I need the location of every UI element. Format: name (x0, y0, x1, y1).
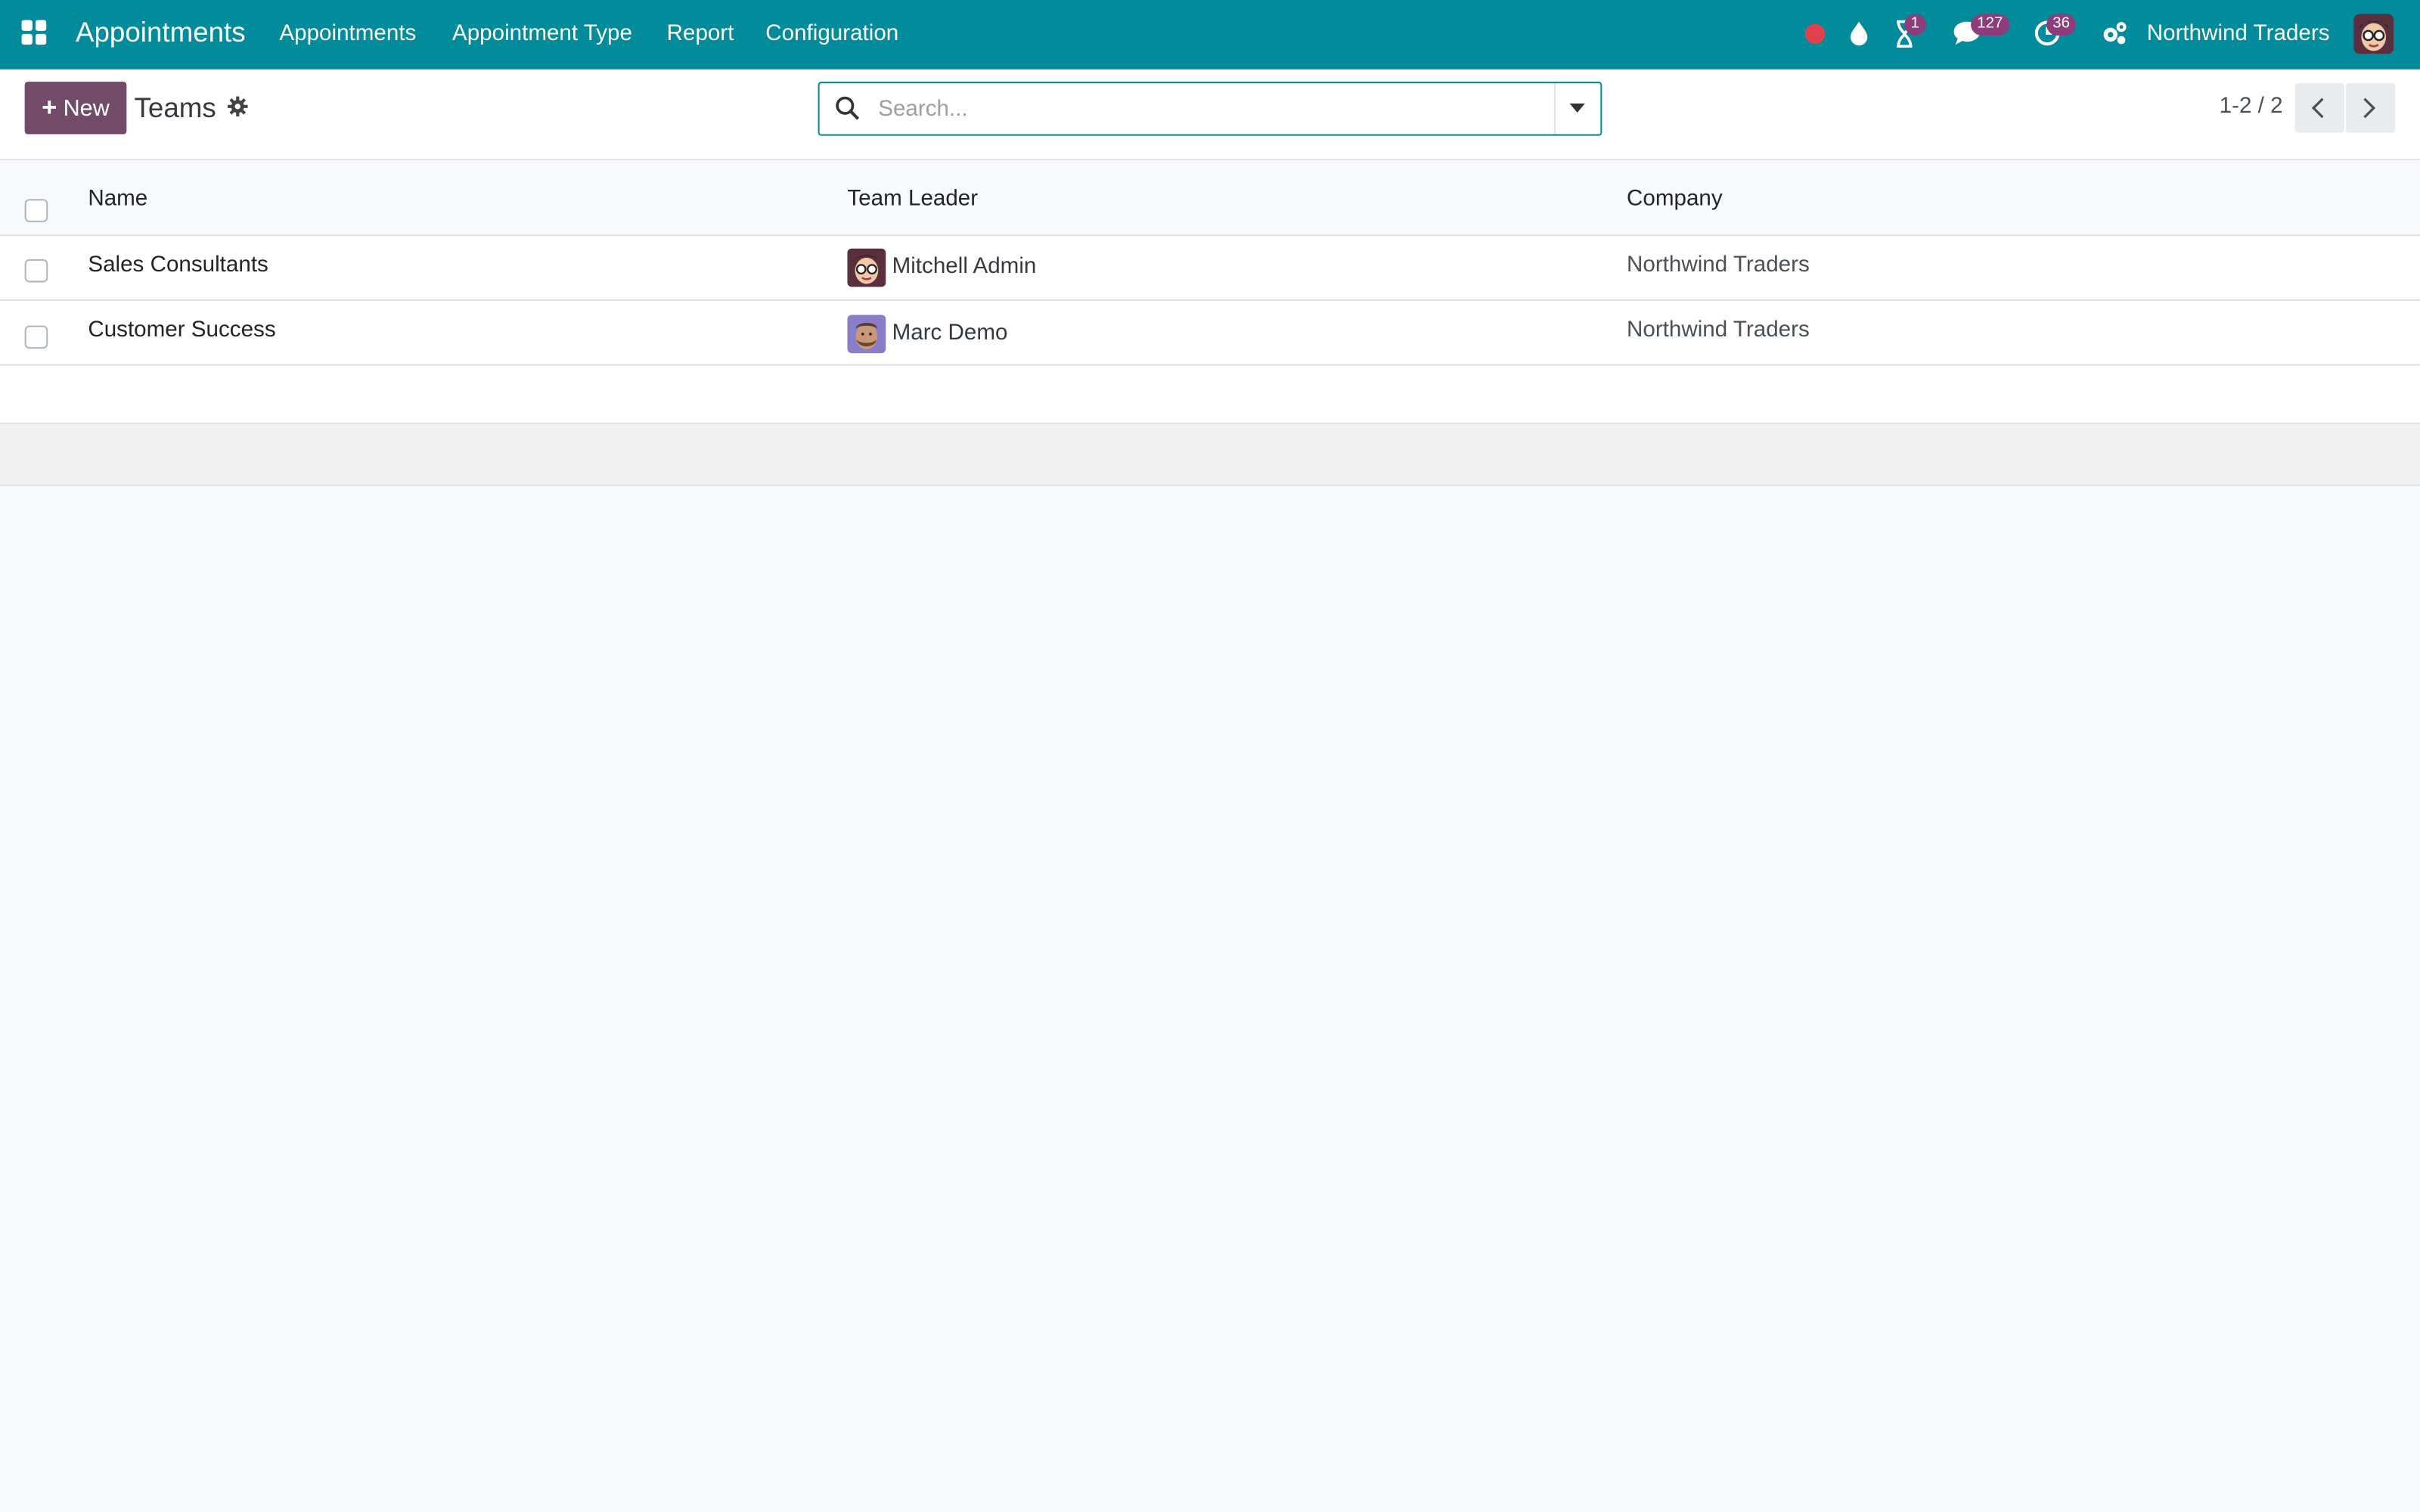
avatar[interactable] (847, 248, 886, 287)
table-row[interactable]: Customer Success Marc Demo Northwind Tra… (0, 301, 2420, 366)
top-navbar: Appointments Appointments Appointment Ty… (0, 0, 2420, 70)
column-header-name[interactable]: Name (88, 187, 147, 212)
company-name[interactable]: Northwind Traders (1627, 253, 1810, 278)
search-bar (818, 82, 1602, 136)
timer-badge: 36 (2046, 14, 2077, 36)
team-leader-name[interactable]: Mitchell Admin (892, 255, 1037, 280)
team-name[interactable]: Customer Success (88, 318, 275, 342)
menu-configuration[interactable]: Configuration (765, 22, 898, 47)
row-checkbox[interactable] (24, 325, 48, 349)
new-button[interactable]: + New (24, 82, 127, 135)
caret-down-icon (1569, 103, 1585, 113)
row-checkbox[interactable] (24, 259, 48, 283)
company-name[interactable]: Northwind Traders (1627, 318, 1810, 342)
recording-dot-icon[interactable] (1804, 23, 1826, 45)
chevron-left-icon (2311, 98, 2324, 119)
pager-next-button[interactable] (2346, 83, 2396, 133)
plus-icon: + (42, 92, 57, 122)
gear-icon[interactable] (227, 96, 249, 118)
settings-gears-icon[interactable] (2101, 20, 2129, 47)
activity-badge: 1 (1904, 14, 1926, 36)
company-switcher[interactable]: Northwind Traders (2147, 22, 2330, 47)
menu-appointments[interactable]: Appointments (279, 22, 416, 47)
menu-report[interactable]: Report (667, 22, 734, 47)
avatar[interactable] (847, 314, 886, 354)
page: Appointments Appointments Appointment Ty… (0, 0, 2420, 1512)
column-header-company[interactable]: Company (1627, 187, 1723, 212)
messages-badge: 127 (1971, 14, 2009, 36)
app-title[interactable]: Appointments (76, 17, 246, 49)
breadcrumb: Teams (134, 92, 216, 124)
pager-previous-button[interactable] (2294, 83, 2344, 133)
user-avatar[interactable] (2353, 14, 2394, 54)
teams-list: Name Team Leader Company Sales Consultan… (0, 160, 2420, 486)
chevron-right-icon (2363, 98, 2376, 119)
menu-appointment-type[interactable]: Appointment Type (452, 22, 632, 47)
control-panel: + New Teams Search... 1-2 / 2 (0, 69, 2420, 161)
column-header-team-leader[interactable]: Team Leader (847, 187, 978, 212)
new-button-label: New (63, 94, 110, 122)
pager-value[interactable]: 1-2 / 2 (2220, 94, 2283, 119)
table-header: Name Team Leader Company (0, 160, 2420, 237)
table-row[interactable]: Sales Consultants Mitchell Admin Northwi… (0, 236, 2420, 301)
team-leader-name[interactable]: Marc Demo (892, 321, 1008, 345)
empty-row (0, 365, 2420, 425)
team-name[interactable]: Sales Consultants (88, 253, 268, 278)
apps-menu-icon[interactable] (21, 20, 48, 47)
list-footer (0, 424, 2420, 486)
droplet-icon[interactable] (1849, 20, 1869, 47)
search-input[interactable] (875, 91, 1545, 129)
search-options-toggle[interactable] (1554, 83, 1600, 135)
select-all-checkbox[interactable] (24, 199, 48, 222)
search-icon[interactable] (835, 96, 860, 121)
